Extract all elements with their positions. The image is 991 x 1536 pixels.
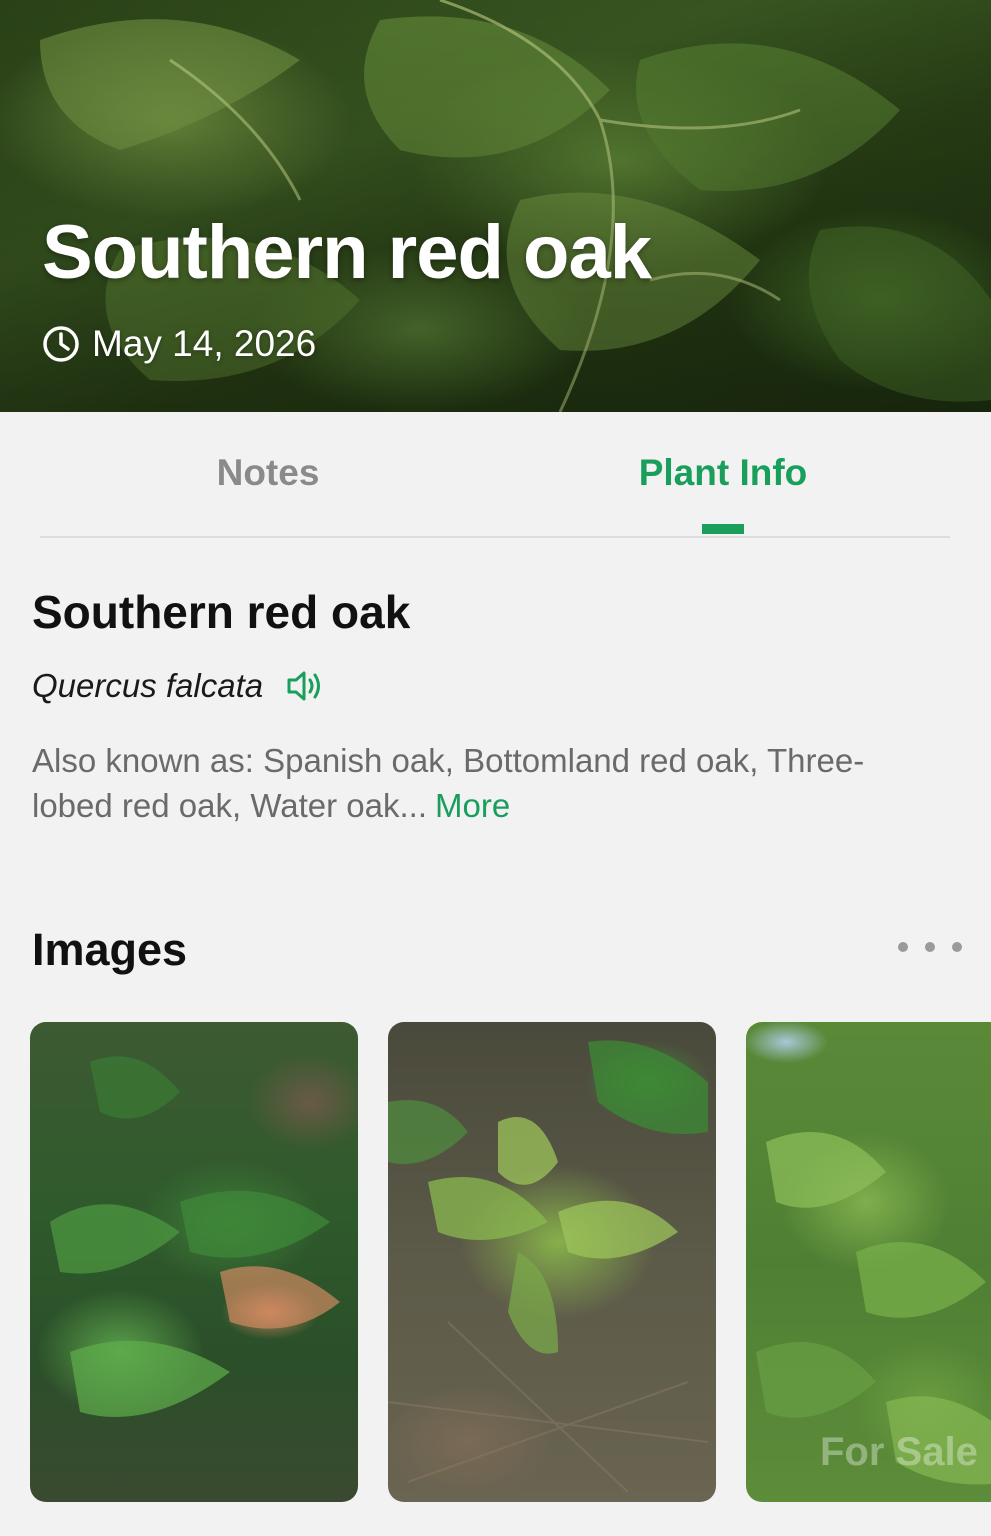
images-heading: Images	[32, 924, 188, 975]
tab-plant-info[interactable]: Plant Info	[600, 452, 846, 512]
scientific-name-row: Quercus falcata	[32, 664, 325, 708]
active-tab-indicator	[702, 524, 744, 534]
tab-notes[interactable]: Notes	[168, 452, 368, 512]
plant-scientific-name: Quercus falcata	[32, 667, 264, 704]
tab-divider	[40, 536, 950, 538]
hero-title: Southern red oak	[42, 210, 652, 295]
image-thumbnail-2[interactable]	[388, 1022, 716, 1502]
watermark: For Sale	[820, 1430, 978, 1474]
hero-banner: Southern red oak May 14, 2026	[0, 0, 991, 412]
speaker-icon[interactable]	[285, 668, 325, 704]
more-link[interactable]: More	[435, 787, 510, 824]
also-known-as: Also known as: Spanish oak, Bottomland r…	[32, 738, 932, 828]
thumbnail-image	[388, 1040, 709, 1493]
more-horizontal-icon[interactable]	[898, 930, 962, 964]
hero-date-text: May 14, 2026	[92, 323, 317, 364]
clock-icon	[43, 326, 79, 362]
dot	[925, 942, 935, 952]
image-thumbnail-1[interactable]	[30, 1022, 358, 1502]
dot	[952, 942, 962, 952]
thumbnail-image	[50, 1056, 340, 1417]
hero-date: May 14, 2026	[42, 322, 316, 366]
plant-common-name: Southern red oak	[32, 586, 411, 638]
tab-bar: Notes Plant Info	[0, 412, 991, 538]
dot	[898, 942, 908, 952]
